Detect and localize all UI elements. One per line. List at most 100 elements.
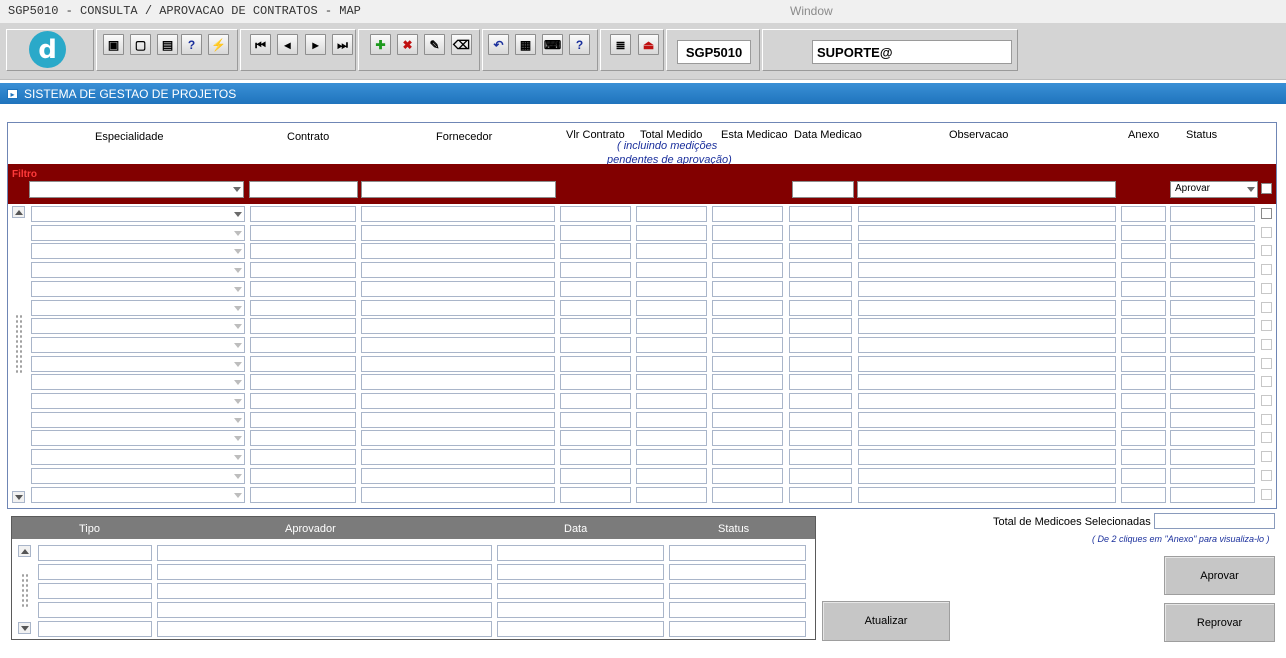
row-anexo-field[interactable] <box>1121 280 1166 297</box>
row-data-medicao-field[interactable] <box>789 449 852 466</box>
row-especialidade-select[interactable] <box>31 486 245 503</box>
approval-data-field[interactable] <box>497 545 664 561</box>
row-esta-medicao-field[interactable] <box>712 299 783 316</box>
row-total-medido-field[interactable] <box>636 280 707 297</box>
row-especialidade-select[interactable] <box>31 243 245 260</box>
first-record-button[interactable]: ⏮ <box>250 34 271 55</box>
row-select-checkbox[interactable] <box>1261 413 1272 425</box>
row-vlr-contrato-field[interactable] <box>560 411 631 428</box>
row-especialidade-select[interactable] <box>31 262 245 279</box>
filter-contrato-input[interactable] <box>249 181 358 198</box>
approval-tipo-field[interactable] <box>38 621 152 637</box>
approval-data-field[interactable] <box>497 564 664 580</box>
row-anexo-field[interactable] <box>1121 355 1166 372</box>
row-observacao-field[interactable] <box>858 206 1116 222</box>
row-esta-medicao-field[interactable] <box>712 411 783 428</box>
row-observacao-field[interactable] <box>858 374 1116 391</box>
scroll-down-button[interactable] <box>18 622 31 634</box>
row-vlr-contrato-field[interactable] <box>560 224 631 241</box>
row-fornecedor-field[interactable] <box>361 374 555 391</box>
row-contrato-field[interactable] <box>250 299 356 316</box>
row-data-medicao-field[interactable] <box>789 355 852 372</box>
delete-record-button[interactable]: ✖ <box>397 34 418 55</box>
row-esta-medicao-field[interactable] <box>712 355 783 372</box>
aprovar-button[interactable]: Aprovar <box>1164 556 1275 595</box>
row-observacao-field[interactable] <box>858 467 1116 484</box>
approval-status-field[interactable] <box>669 583 806 599</box>
print-preview-button[interactable]: ▢ <box>130 34 151 55</box>
row-total-medido-field[interactable] <box>636 336 707 353</box>
row-data-medicao-field[interactable] <box>789 430 852 447</box>
undo-button[interactable]: ↶ <box>488 34 509 55</box>
row-status-field[interactable] <box>1170 467 1255 484</box>
row-total-medido-field[interactable] <box>636 299 707 316</box>
row-especialidade-select[interactable] <box>31 374 245 391</box>
scroll-down-button[interactable] <box>12 491 25 503</box>
row-data-medicao-field[interactable] <box>789 299 852 316</box>
row-anexo-field[interactable] <box>1121 486 1166 503</box>
row-select-checkbox[interactable] <box>1261 320 1272 332</box>
row-esta-medicao-field[interactable] <box>712 262 783 279</box>
row-fornecedor-field[interactable] <box>361 243 555 260</box>
row-status-field[interactable] <box>1170 411 1255 428</box>
row-vlr-contrato-field[interactable] <box>560 243 631 260</box>
scroll-up-button[interactable] <box>12 206 25 218</box>
row-contrato-field[interactable] <box>250 411 356 428</box>
row-data-medicao-field[interactable] <box>789 224 852 241</box>
row-select-checkbox[interactable] <box>1261 301 1272 313</box>
exit-button[interactable]: ⏏ <box>638 34 659 55</box>
row-anexo-field[interactable] <box>1121 224 1166 241</box>
row-fornecedor-field[interactable] <box>361 449 555 466</box>
row-total-medido-field[interactable] <box>636 318 707 335</box>
row-anexo-field[interactable] <box>1121 411 1166 428</box>
row-especialidade-select[interactable] <box>31 224 245 241</box>
row-total-medido-field[interactable] <box>636 393 707 409</box>
row-data-medicao-field[interactable] <box>789 336 852 353</box>
row-fornecedor-field[interactable] <box>361 336 555 353</box>
row-esta-medicao-field[interactable] <box>712 206 783 222</box>
row-total-medido-field[interactable] <box>636 467 707 484</box>
approval-data-field[interactable] <box>497 602 664 618</box>
row-status-field[interactable] <box>1170 449 1255 466</box>
row-vlr-contrato-field[interactable] <box>560 430 631 447</box>
row-select-checkbox[interactable] <box>1261 432 1272 444</box>
insert-record-button[interactable]: ✚ <box>370 34 391 55</box>
clear-record-button[interactable]: ⌫ <box>451 34 472 55</box>
row-observacao-field[interactable] <box>858 430 1116 447</box>
atualizar-button[interactable]: Atualizar <box>822 601 950 641</box>
approval-aprovador-field[interactable] <box>157 564 492 580</box>
logo-icon[interactable]: d <box>29 31 66 68</box>
row-status-field[interactable] <box>1170 393 1255 409</box>
row-esta-medicao-field[interactable] <box>712 224 783 241</box>
row-observacao-field[interactable] <box>858 393 1116 409</box>
approval-aprovador-field[interactable] <box>157 545 492 561</box>
row-total-medido-field[interactable] <box>636 243 707 260</box>
menu-button[interactable]: ≣ <box>610 34 631 55</box>
approval-aprovador-field[interactable] <box>157 583 492 599</box>
row-fornecedor-field[interactable] <box>361 430 555 447</box>
row-status-field[interactable] <box>1170 430 1255 447</box>
row-contrato-field[interactable] <box>250 374 356 391</box>
row-contrato-field[interactable] <box>250 355 356 372</box>
edit-record-button[interactable]: ✎ <box>424 34 445 55</box>
row-fornecedor-field[interactable] <box>361 318 555 335</box>
approval-aprovador-field[interactable] <box>157 621 492 637</box>
row-anexo-field[interactable] <box>1121 318 1166 335</box>
row-status-field[interactable] <box>1170 336 1255 353</box>
row-vlr-contrato-field[interactable] <box>560 318 631 335</box>
row-data-medicao-field[interactable] <box>789 280 852 297</box>
row-especialidade-select[interactable] <box>31 318 245 335</box>
approval-status-field[interactable] <box>669 602 806 618</box>
row-select-checkbox[interactable] <box>1261 357 1272 369</box>
approval-data-field[interactable] <box>497 583 664 599</box>
row-anexo-field[interactable] <box>1121 299 1166 316</box>
row-fornecedor-field[interactable] <box>361 486 555 503</box>
row-observacao-field[interactable] <box>858 243 1116 260</box>
row-vlr-contrato-field[interactable] <box>560 486 631 503</box>
row-select-checkbox[interactable] <box>1261 245 1272 257</box>
row-contrato-field[interactable] <box>250 224 356 241</box>
filter-fornecedor-input[interactable] <box>361 181 556 198</box>
approval-status-field[interactable] <box>669 564 806 580</box>
row-fornecedor-field[interactable] <box>361 280 555 297</box>
row-esta-medicao-field[interactable] <box>712 486 783 503</box>
